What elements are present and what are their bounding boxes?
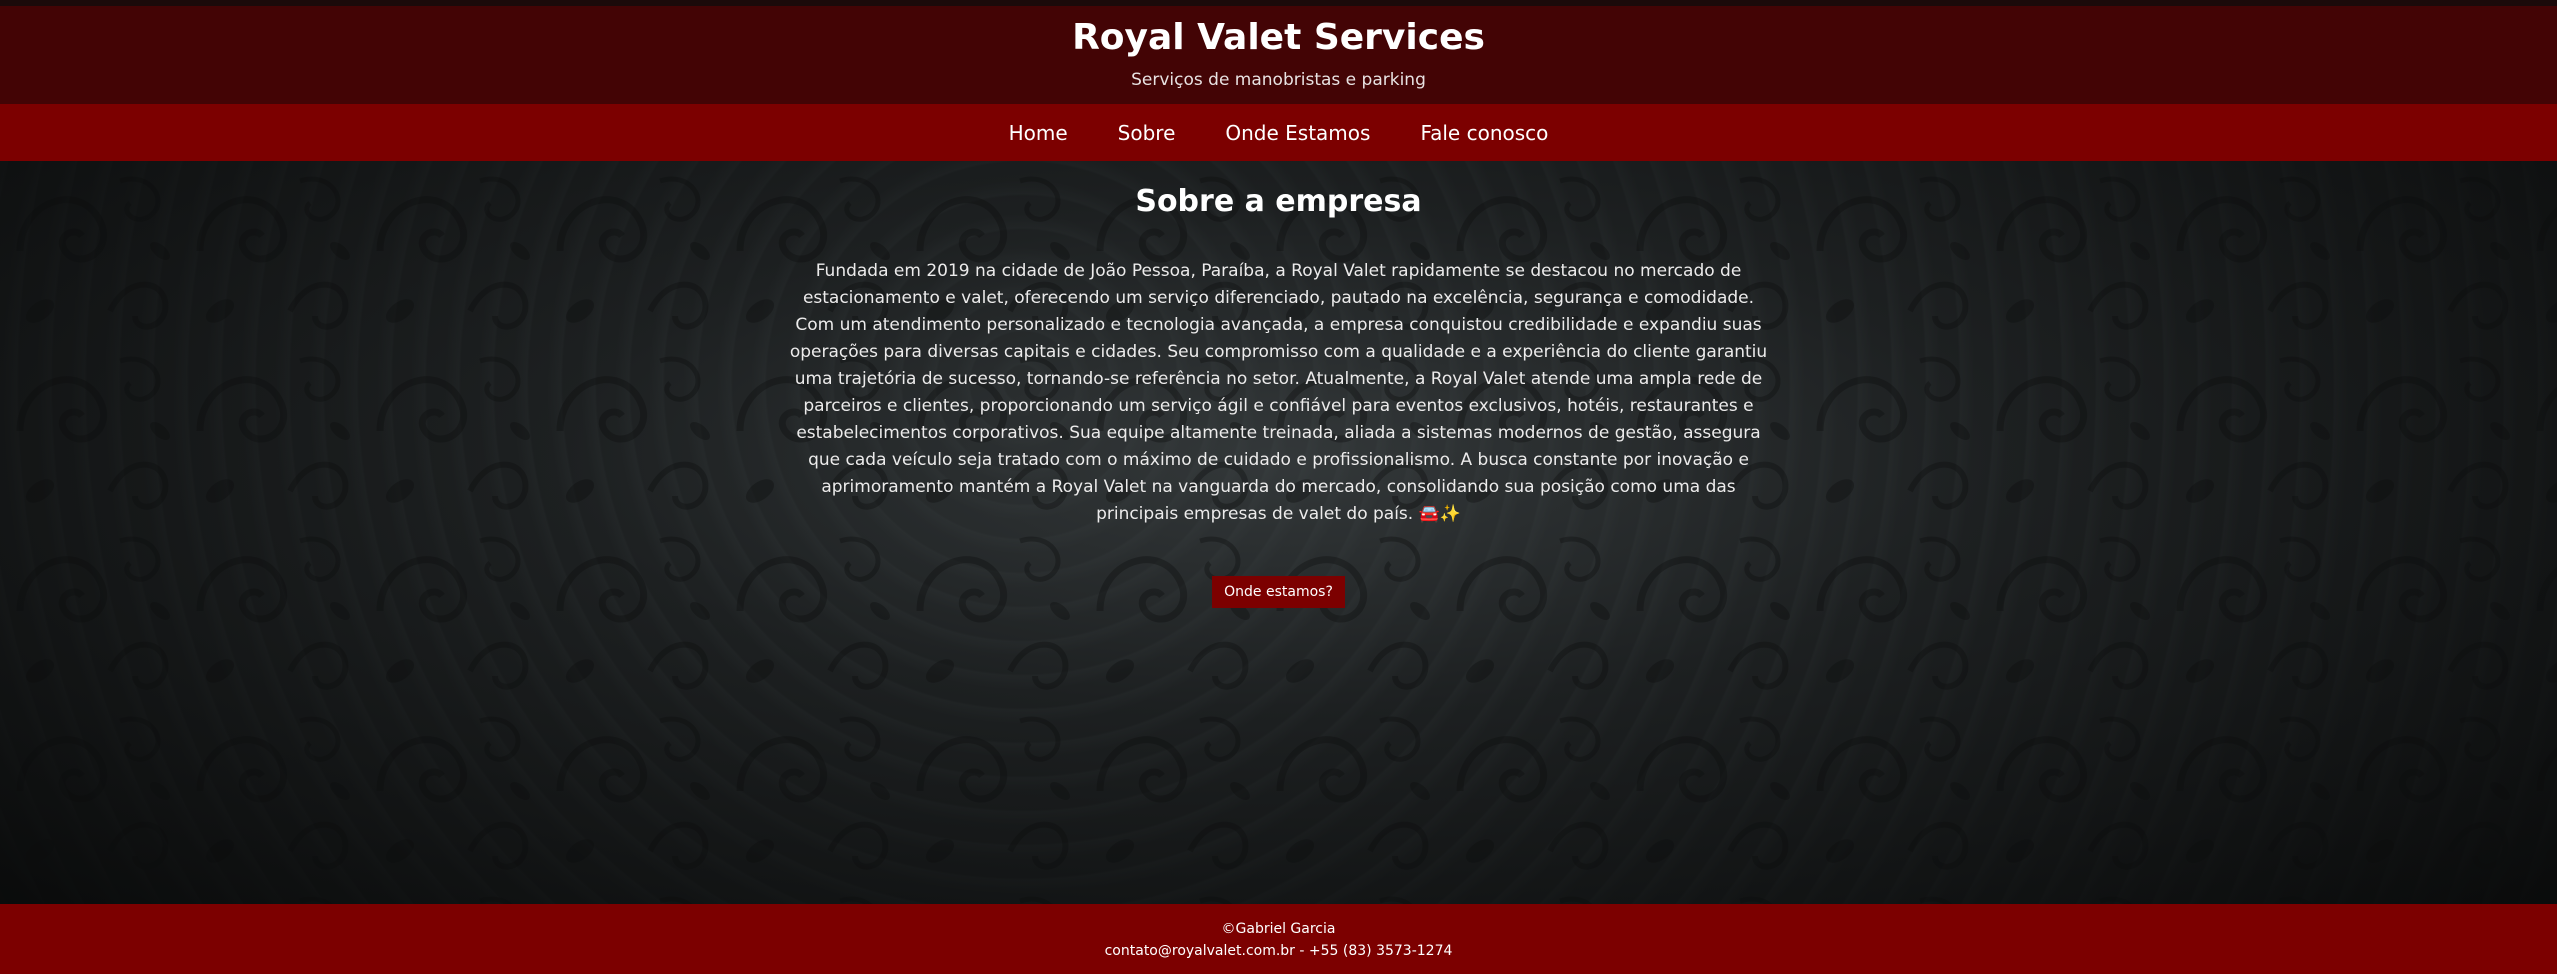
nav-item-onde-estamos[interactable]: Onde Estamos bbox=[1225, 121, 1370, 145]
site-header: Royal Valet Services Serviços de manobri… bbox=[0, 6, 2557, 104]
nav-item-sobre[interactable]: Sobre bbox=[1118, 121, 1176, 145]
site-title: Royal Valet Services bbox=[1072, 17, 1485, 58]
footer-copyright: ©Gabriel Garcia bbox=[1221, 921, 1336, 937]
section-title: Sobre a empresa bbox=[1135, 184, 1422, 219]
nav-item-home[interactable]: Home bbox=[1009, 121, 1068, 145]
site-subtitle: Serviços de manobristas e parking bbox=[1131, 70, 1426, 90]
about-section: Sobre a empresa Fundada em 2019 na cidad… bbox=[0, 161, 2557, 904]
onde-estamos-button[interactable]: Onde estamos? bbox=[1212, 576, 1345, 608]
nav-item-fale-conosco[interactable]: Fale conosco bbox=[1420, 121, 1548, 145]
site-footer: ©Gabriel Garcia contato@royalvalet.com.b… bbox=[0, 904, 2557, 974]
about-paragraph: Fundada em 2019 na cidade de João Pessoa… bbox=[789, 261, 1768, 524]
main-nav: Home Sobre Onde Estamos Fale conosco bbox=[0, 104, 2557, 161]
footer-contact: contato@royalvalet.com.br - +55 (83) 357… bbox=[1104, 943, 1453, 959]
